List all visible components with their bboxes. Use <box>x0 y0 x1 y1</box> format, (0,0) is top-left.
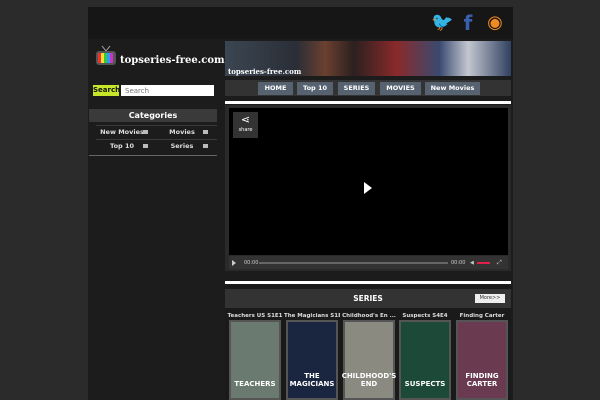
twitter-icon[interactable]: 🐦 <box>431 13 453 33</box>
banner-text: topseries-free.com <box>228 67 302 76</box>
category-label: Top 10 <box>110 142 134 150</box>
series-poster[interactable]: THE MAGICIANS <box>286 320 338 400</box>
more-button[interactable]: More>> <box>475 294 505 303</box>
nav-top-10[interactable]: Top 10 <box>297 82 333 95</box>
site-logo-text[interactable]: topseries-free.com <box>120 55 225 66</box>
category-new-movies[interactable]: New Movies <box>92 126 152 138</box>
search-input[interactable] <box>121 85 214 96</box>
category-icon <box>143 130 148 134</box>
seek-bar[interactable] <box>259 262 448 264</box>
tv-logo-icon <box>96 45 116 65</box>
nav-series[interactable]: SERIES <box>338 82 375 95</box>
series-heading: SERIES <box>225 289 511 308</box>
category-top-10[interactable]: Top 10 <box>92 140 152 152</box>
divider <box>225 281 511 284</box>
volume-slider[interactable] <box>477 262 490 264</box>
total-time: 00:00 <box>451 260 466 266</box>
share-icon: ⋖ <box>240 113 251 126</box>
series-title[interactable]: Finding Carter <box>454 313 510 319</box>
current-time: 00:00 <box>244 260 259 266</box>
divider <box>225 101 511 104</box>
series-poster[interactable]: TEACHERS <box>229 320 281 400</box>
category-icon <box>203 144 208 148</box>
play-button[interactable] <box>232 260 236 266</box>
series-title[interactable]: Suspects S4E4 <box>397 313 453 319</box>
share-button[interactable]: ⋖ share <box>233 112 258 138</box>
facebook-icon[interactable]: f <box>458 13 478 33</box>
category-movies[interactable]: Movies <box>152 126 212 138</box>
volume-icon[interactable]: ◀ <box>470 260 474 266</box>
series-poster[interactable]: FINDING CARTER <box>456 320 508 400</box>
series-title[interactable]: Teachers US S1E1 <box>227 313 283 319</box>
share-label: share <box>238 127 253 133</box>
series-poster[interactable]: SUSPECTS <box>399 320 451 400</box>
nav-home[interactable]: HOME <box>258 82 293 95</box>
series-poster[interactable]: CHILDHOOD'S END <box>342 320 396 400</box>
rss-icon[interactable]: ◉ <box>485 13 505 33</box>
divider <box>89 155 217 156</box>
category-icon <box>203 130 208 134</box>
series-title[interactable]: Childhood's En ... <box>341 313 397 319</box>
nav-movies[interactable]: MOVIES <box>380 82 421 95</box>
category-label: Series <box>170 142 194 150</box>
categories-heading: Categories <box>89 109 217 122</box>
category-series[interactable]: Series <box>152 140 212 152</box>
series-title[interactable]: The Magicians S1E1 <box>284 313 340 319</box>
category-label: Movies <box>169 128 195 136</box>
category-label: New Movies <box>100 128 144 136</box>
fullscreen-icon[interactable]: ⤢ <box>497 259 502 267</box>
category-icon <box>143 144 148 148</box>
nav-new-movies[interactable]: New Movies <box>425 82 480 95</box>
play-icon[interactable] <box>364 182 372 194</box>
search-button[interactable]: Search <box>93 85 120 96</box>
